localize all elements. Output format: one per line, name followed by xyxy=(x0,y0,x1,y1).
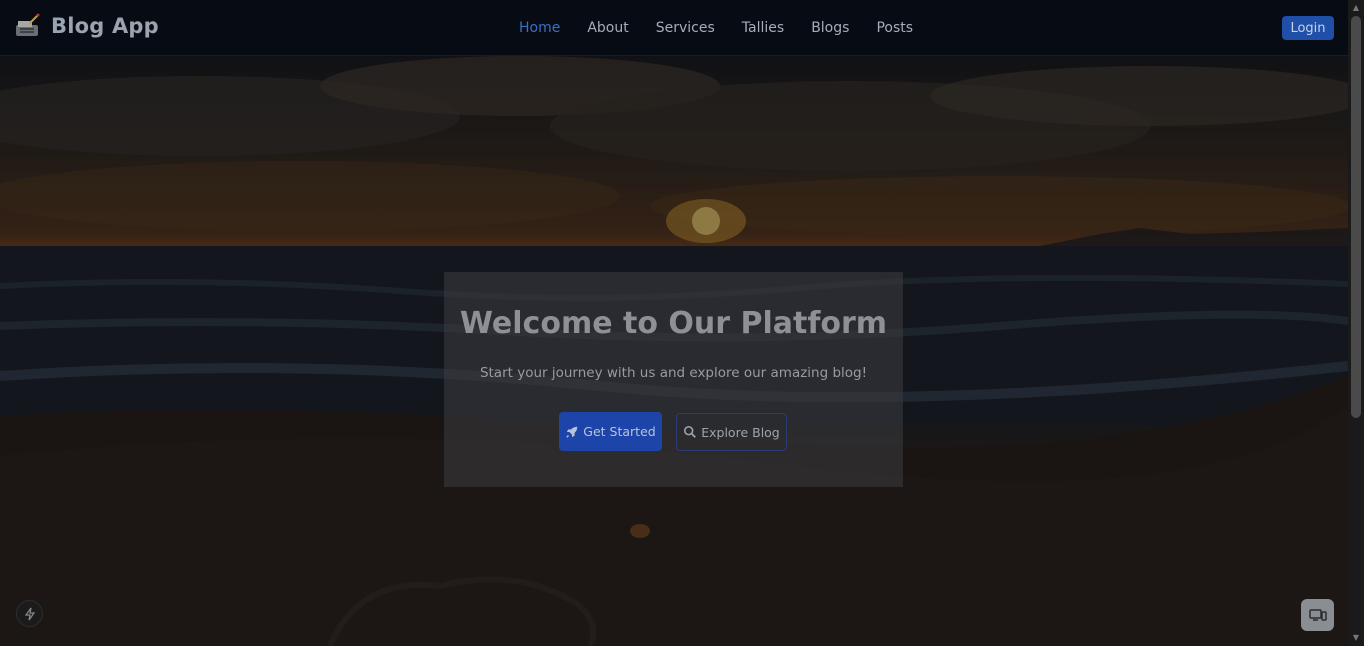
explore-blog-label: Explore Blog xyxy=(701,424,780,440)
nav-link-blogs[interactable]: Blogs xyxy=(811,20,849,36)
login-button[interactable]: Login xyxy=(1282,16,1334,40)
scrollbar-thumb[interactable] xyxy=(1351,16,1361,418)
page-scrollbar[interactable]: ▲ ▼ xyxy=(1348,0,1364,646)
search-icon xyxy=(684,425,697,438)
scroll-up-icon[interactable]: ▲ xyxy=(1348,0,1364,16)
explore-blog-button[interactable]: Explore Blog xyxy=(676,413,787,451)
hero-subtitle: Start your journey with us and explore o… xyxy=(479,365,868,381)
scroll-down-icon[interactable]: ▼ xyxy=(1348,630,1364,646)
hero-card: Welcome to Our Platform Start your journ… xyxy=(444,272,903,487)
devices-icon xyxy=(1308,609,1327,621)
hero-section: Welcome to Our Platform Start your journ… xyxy=(0,56,1348,646)
get-started-button[interactable]: Get Started xyxy=(559,412,662,451)
nav-links: Home About Services Tallies Blogs Posts xyxy=(519,0,940,56)
typewriter-icon xyxy=(16,13,40,36)
brand-name: Blog App xyxy=(51,14,159,38)
nav-link-about[interactable]: About xyxy=(587,20,628,36)
device-toggle-button[interactable] xyxy=(1301,599,1334,631)
dev-indicator-button[interactable] xyxy=(16,600,43,627)
nav-link-services[interactable]: Services xyxy=(656,20,715,36)
get-started-label: Get Started xyxy=(583,424,656,439)
nav-link-tallies[interactable]: Tallies xyxy=(742,20,784,36)
nav-link-home[interactable]: Home xyxy=(519,20,560,36)
brand[interactable]: Blog App xyxy=(13,12,159,40)
hero-title: Welcome to Our Platform xyxy=(459,306,888,341)
rocket-icon xyxy=(566,426,578,438)
nav-link-posts[interactable]: Posts xyxy=(876,20,913,36)
navbar: Blog App Home About Services Tallies Blo… xyxy=(0,0,1348,56)
lightning-icon xyxy=(24,607,35,620)
